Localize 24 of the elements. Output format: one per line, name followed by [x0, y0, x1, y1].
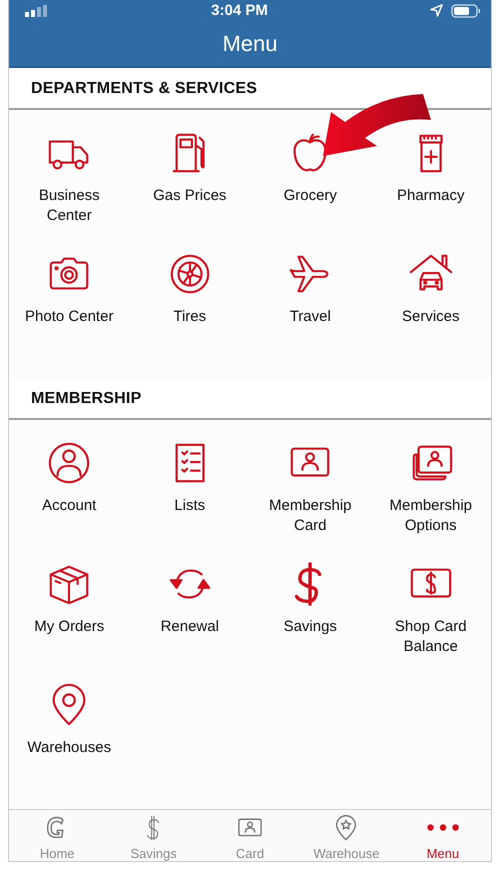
menu-item[interactable]: Warehouses	[9, 682, 130, 783]
menu-item[interactable]: Account	[9, 440, 130, 541]
menu-item[interactable]: Savings	[250, 561, 370, 662]
menu-item[interactable]: Grocery	[250, 130, 370, 231]
menu-item[interactable]: Lists	[130, 440, 250, 541]
menu-item[interactable]: Gas Prices	[130, 130, 250, 231]
menu-item[interactable]: Travel	[250, 251, 370, 352]
menu-item[interactable]: Membership Options	[370, 440, 491, 541]
clock-time: 3:04 PM	[211, 2, 268, 20]
menu-item[interactable]: Renewal	[130, 561, 250, 662]
menu-item[interactable]: Photo Center	[9, 251, 130, 352]
menu-item[interactable]: Tires	[130, 251, 250, 352]
more-dots-icon	[426, 824, 459, 831]
location-arrow-icon	[430, 4, 443, 18]
signal-icon	[25, 4, 49, 17]
menu-item[interactable]: My Orders	[9, 561, 130, 662]
menu-item[interactable]: Pharmacy	[370, 130, 491, 231]
battery-icon	[450, 4, 481, 18]
menu-item[interactable]: Membership Card	[250, 440, 370, 541]
tab[interactable]: Menu	[394, 810, 492, 861]
menu-item[interactable]: Shop Card Balance	[370, 561, 491, 662]
menu-item[interactable]: Services	[370, 251, 491, 352]
menu-item[interactable]: Business Center	[9, 130, 130, 231]
screen-title: Menu	[222, 30, 278, 57]
